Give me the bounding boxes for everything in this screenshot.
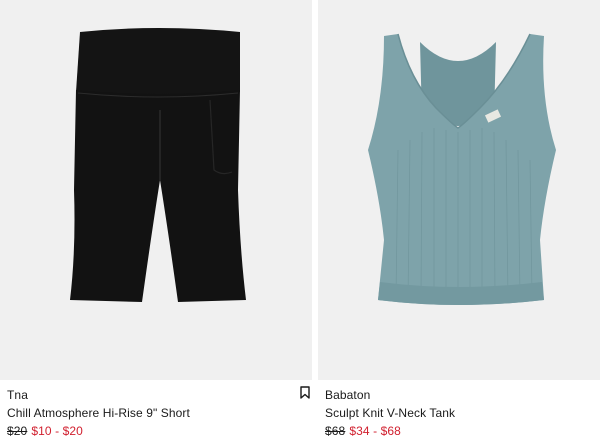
- product-info: Tna Chill Atmosphere Hi-Rise 9" Short $2…: [7, 386, 305, 440]
- original-price: $68: [325, 424, 346, 438]
- original-price: $20: [7, 424, 28, 438]
- product-name[interactable]: Chill Atmosphere Hi-Rise 9" Short: [7, 404, 305, 422]
- product-image[interactable]: [0, 0, 312, 380]
- product-price: $68 $34 - $68: [325, 422, 593, 440]
- product-name[interactable]: Sculpt Knit V-Neck Tank: [325, 404, 593, 422]
- product-card[interactable]: Babaton Sculpt Knit V-Neck Tank $68 $34 …: [318, 0, 600, 440]
- product-price: $20 $10 - $20: [7, 422, 305, 440]
- sale-price: $34 - $68: [349, 424, 401, 438]
- product-info: Babaton Sculpt Knit V-Neck Tank $68 $34 …: [325, 386, 593, 440]
- product-brand[interactable]: Tna: [7, 386, 305, 404]
- product-brand[interactable]: Babaton: [325, 386, 593, 404]
- bookmark-icon[interactable]: [300, 386, 310, 399]
- product-image[interactable]: [318, 0, 600, 380]
- product-card[interactable]: Tna Chill Atmosphere Hi-Rise 9" Short $2…: [0, 0, 312, 440]
- product-grid: Tna Chill Atmosphere Hi-Rise 9" Short $2…: [0, 0, 600, 440]
- bike-shorts-image: [70, 28, 246, 302]
- tank-top-image: [368, 33, 556, 305]
- sale-price: $10 - $20: [31, 424, 83, 438]
